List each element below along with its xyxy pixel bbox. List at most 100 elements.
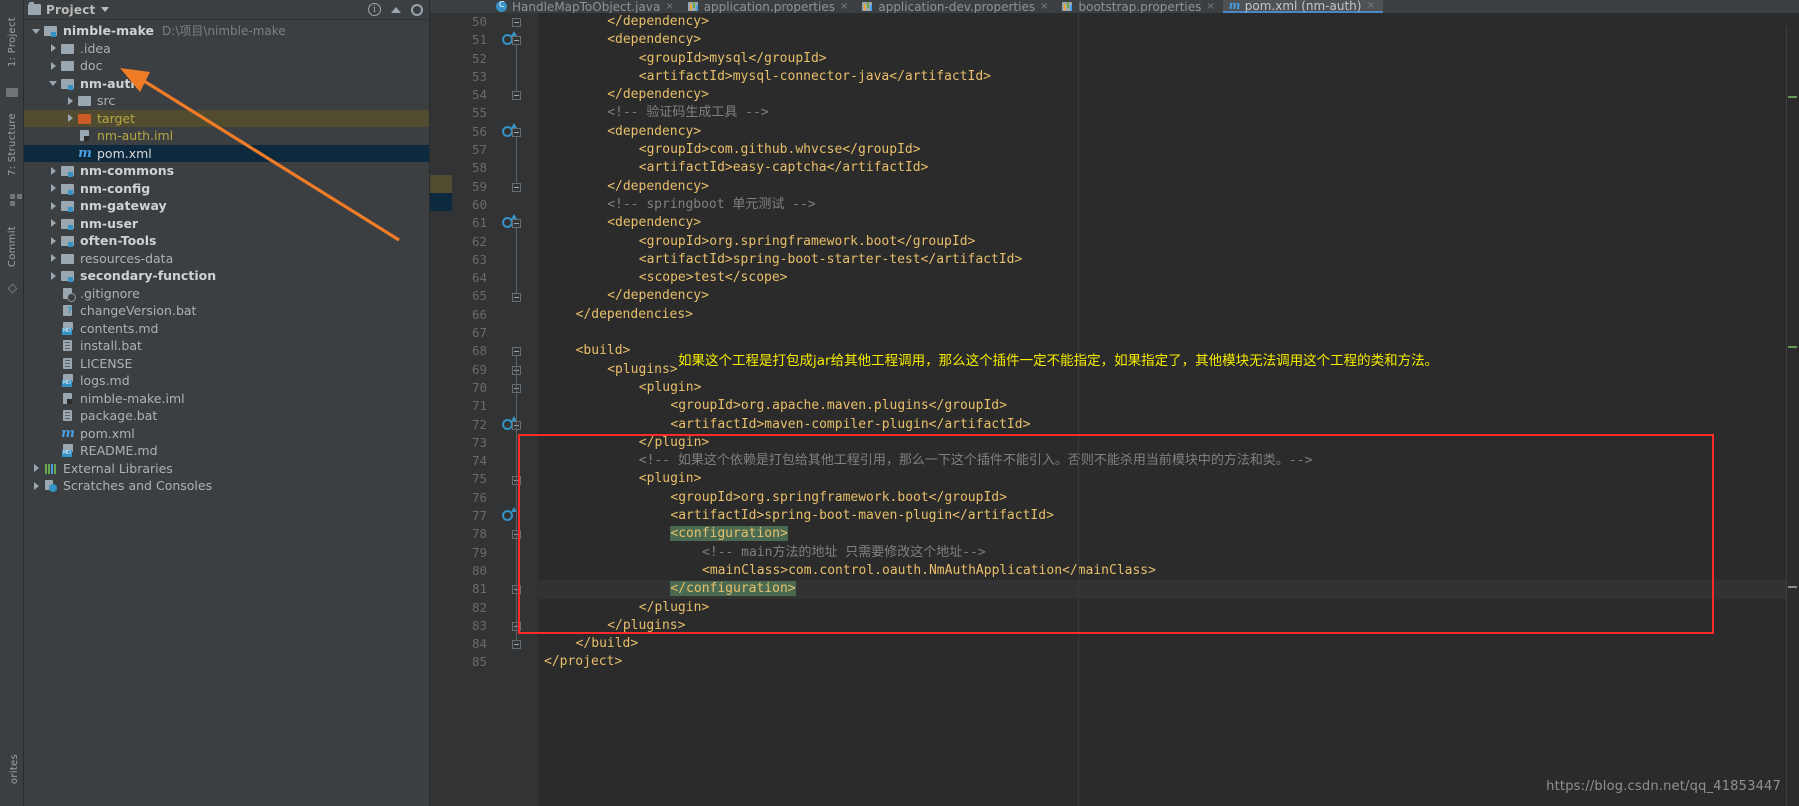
- code-text-area[interactable]: </dependency> <dependency> <groupId>mysql<…: [538, 13, 1799, 806]
- tree-item-resources-data[interactable]: resources-data: [24, 250, 429, 268]
- code-line[interactable]: <groupId>org.apache.maven.plugins</group…: [538, 397, 1799, 415]
- expand-right-icon[interactable]: [49, 236, 59, 246]
- expand-right-icon[interactable]: [49, 271, 59, 281]
- code-line[interactable]: <artifactId>spring-boot-maven-plugin</ar…: [538, 507, 1799, 525]
- code-fold-toggle[interactable]: [512, 127, 521, 137]
- code-line[interactable]: <dependency>: [538, 123, 1799, 141]
- code-line[interactable]: <!-- main方法的地址 只需要修改这个地址-->: [538, 544, 1799, 562]
- code-fold-toggle[interactable]: [512, 347, 521, 357]
- run-configuration-icon[interactable]: [502, 507, 517, 523]
- code-fold-toggle[interactable]: [512, 640, 521, 650]
- tree-item-nimble-make-iml[interactable]: nimble-make.iml: [24, 390, 429, 408]
- close-icon[interactable]: ×: [665, 1, 673, 12]
- tree-item-nm-auth-iml[interactable]: nm-auth.iml: [24, 127, 429, 145]
- expand-down-icon[interactable]: [32, 26, 42, 36]
- code-line[interactable]: <configuration>: [538, 525, 1799, 543]
- code-line[interactable]: <scope>test</scope>: [538, 269, 1799, 287]
- editor-tab-bar[interactable]: HandleMapToObject.java×application.prope…: [430, 0, 1799, 13]
- code-fold-toggle[interactable]: [512, 91, 521, 101]
- tree-item-pom-xml[interactable]: m pom.xml: [24, 425, 429, 443]
- code-line[interactable]: <artifactId>spring-boot-starter-test</ar…: [538, 251, 1799, 269]
- tree-item-changeversion-bat[interactable]: changeVersion.bat: [24, 302, 429, 320]
- code-line[interactable]: <groupId>mysql</groupId>: [538, 50, 1799, 68]
- expand-right-icon[interactable]: [32, 463, 42, 473]
- expand-right-icon[interactable]: [49, 253, 59, 263]
- tree-item-external-libraries[interactable]: External Libraries: [24, 460, 429, 478]
- tool-window-button-favorites[interactable]: orites: [2, 736, 26, 802]
- code-line[interactable]: </dependency>: [538, 86, 1799, 104]
- code-line[interactable]: </dependency>: [538, 178, 1799, 196]
- tree-item-often-tools[interactable]: often-Tools: [24, 232, 429, 250]
- tree-item-nm-commons[interactable]: nm-commons: [24, 162, 429, 180]
- tree-item-src[interactable]: src: [24, 92, 429, 110]
- code-line[interactable]: </dependencies>: [538, 306, 1799, 324]
- code-line[interactable]: <groupId>com.github.whvcse</groupId>: [538, 141, 1799, 159]
- code-line[interactable]: </dependency>: [538, 13, 1799, 31]
- expand-right-icon[interactable]: [32, 481, 42, 491]
- code-line[interactable]: <mainClass>com.control.oauth.NmAuthAppli…: [538, 562, 1799, 580]
- code-line[interactable]: </configuration>: [538, 580, 1799, 599]
- tool-window-button-structure[interactable]: 7: Structure: [0, 100, 24, 190]
- code-fold-toggle[interactable]: [512, 182, 521, 192]
- expand-right-icon[interactable]: [49, 166, 59, 176]
- editor-tab-pom-xml-nm-auth[interactable]: m pom.xml (nm-auth) ×: [1222, 0, 1383, 13]
- code-line[interactable]: </build>: [538, 635, 1799, 653]
- tree-item-idea[interactable]: .idea: [24, 40, 429, 58]
- code-line[interactable]: </plugins>: [538, 617, 1799, 635]
- tree-item-scratches-and-consoles[interactable]: Scratches and Consoles: [24, 477, 429, 495]
- expand-right-icon[interactable]: [49, 201, 59, 211]
- code-line[interactable]: </plugin>: [538, 599, 1799, 617]
- code-fold-toggle[interactable]: [512, 18, 521, 27]
- expand-right-icon[interactable]: [49, 61, 59, 71]
- tree-item-nm-gateway[interactable]: nm-gateway: [24, 197, 429, 215]
- expand-down-icon[interactable]: [49, 78, 59, 88]
- expand-right-icon[interactable]: [49, 218, 59, 228]
- editor-tab-handlemaptoobject-java[interactable]: HandleMapToObject.java ×: [490, 0, 682, 13]
- expand-right-icon[interactable]: [66, 96, 76, 106]
- editor-tab-application-properties[interactable]: application.properties ×: [681, 0, 857, 13]
- code-line[interactable]: <groupId>org.springframework.boot</group…: [538, 489, 1799, 507]
- tree-item-package-bat[interactable]: package.bat: [24, 407, 429, 425]
- info-icon[interactable]: i: [368, 3, 381, 16]
- code-line[interactable]: <artifactId>mysql-connector-java</artifa…: [538, 68, 1799, 86]
- error-stripe-scrollbar[interactable]: [1786, 26, 1799, 806]
- code-line[interactable]: </dependency>: [538, 287, 1799, 305]
- tree-item-license[interactable]: LICENSE: [24, 355, 429, 373]
- code-fold-toggle[interactable]: [512, 292, 521, 302]
- editor-tab-bootstrap-properties[interactable]: bootstrap.properties ×: [1056, 0, 1223, 13]
- code-fold-toggle[interactable]: [512, 36, 521, 46]
- chevron-down-icon[interactable]: [101, 7, 110, 12]
- collapse-icon[interactable]: [391, 6, 401, 13]
- tree-item-contents-md[interactable]: contents.md: [24, 320, 429, 338]
- tree-item-pom-xml[interactable]: m pom.xml: [24, 144, 429, 162]
- tool-window-button-commit[interactable]: Commit: [0, 212, 24, 282]
- code-line[interactable]: <groupId>org.springframework.boot</group…: [538, 233, 1799, 251]
- gear-icon[interactable]: [411, 3, 423, 16]
- tree-item-install-bat[interactable]: install.bat: [24, 337, 429, 355]
- tree-item-gitignore[interactable]: .gitignore: [24, 285, 429, 303]
- code-line[interactable]: </project>: [538, 653, 1799, 671]
- tool-window-button-project[interactable]: 1: Project: [0, 2, 24, 82]
- tree-item-nimble-make[interactable]: nimble-make D:\项目\nimble-make: [24, 22, 429, 40]
- code-line[interactable]: [538, 324, 1799, 342]
- code-line[interactable]: <dependency>: [538, 214, 1799, 232]
- code-line[interactable]: <plugin>: [538, 470, 1799, 488]
- expand-right-icon[interactable]: [49, 43, 59, 53]
- tree-item-doc[interactable]: doc: [24, 57, 429, 75]
- code-line[interactable]: <artifactId>easy-captcha</artifactId>: [538, 159, 1799, 177]
- tree-item-target[interactable]: target: [24, 109, 429, 127]
- gutter-icon-strip[interactable]: [492, 13, 538, 806]
- close-icon[interactable]: ×: [840, 1, 848, 12]
- code-line[interactable]: <!-- 如果这个依赖是打包给其他工程引用，那么一下这个插件不能引入。否则不能杀…: [538, 452, 1799, 470]
- expand-right-icon[interactable]: [66, 113, 76, 123]
- code-line[interactable]: <artifactId>maven-compiler-plugin</artif…: [538, 416, 1799, 434]
- expand-right-icon[interactable]: [49, 183, 59, 193]
- code-line[interactable]: <!-- 验证码生成工具 -->: [538, 104, 1799, 122]
- close-icon[interactable]: ×: [1206, 1, 1214, 12]
- project-tree[interactable]: nimble-make D:\项目\nimble-make .idea doc nm-a…: [24, 20, 429, 495]
- tree-item-secondary-function[interactable]: secondary-function: [24, 267, 429, 285]
- code-line[interactable]: <plugin>: [538, 379, 1799, 397]
- tree-item-nm-user[interactable]: nm-user: [24, 215, 429, 233]
- code-line[interactable]: <dependency>: [538, 31, 1799, 49]
- close-icon[interactable]: ×: [1040, 1, 1048, 12]
